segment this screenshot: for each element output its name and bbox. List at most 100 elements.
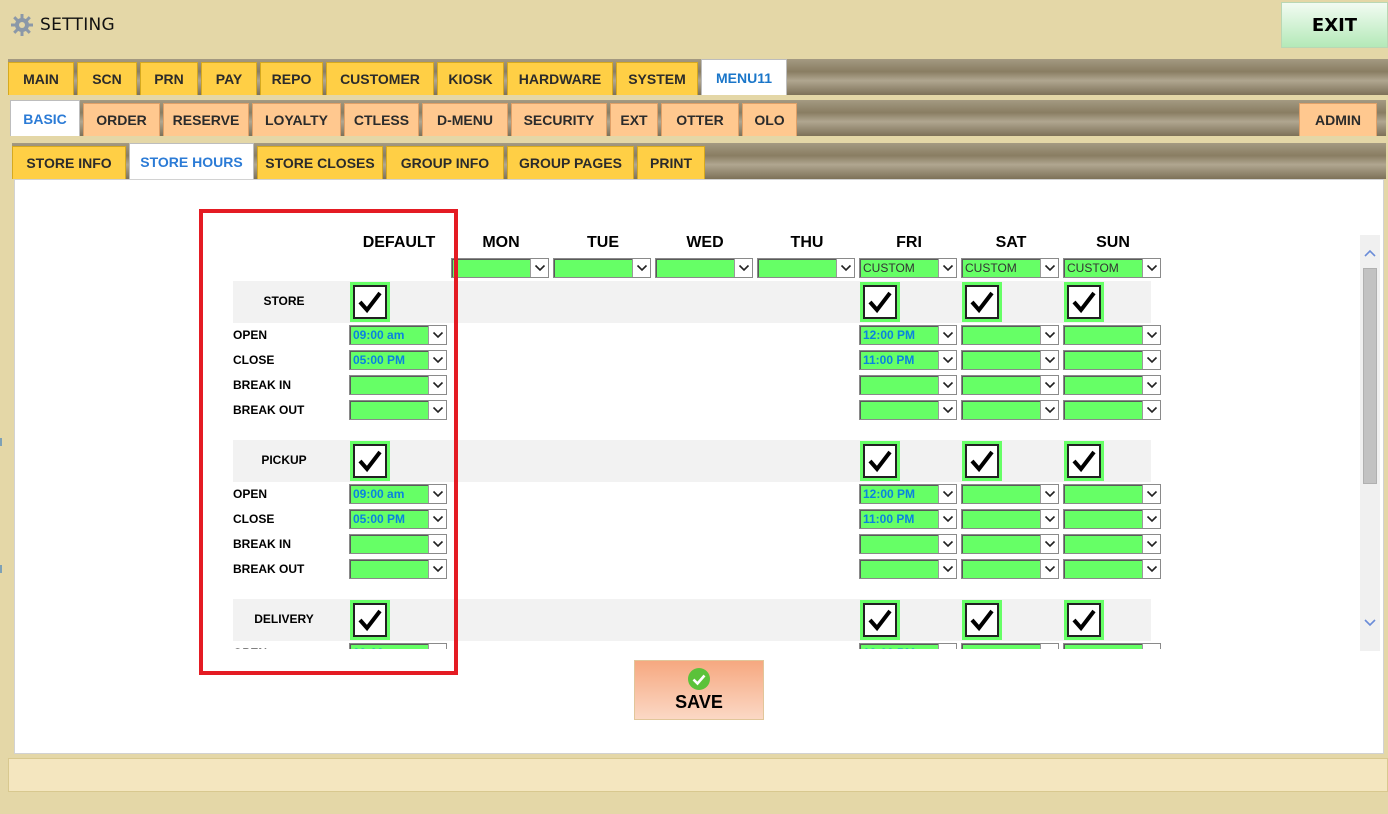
tab-group-pages[interactable]: GROUP PAGES	[507, 146, 634, 179]
time-select-store-break-in-default[interactable]	[349, 375, 447, 395]
dropdown-arrow[interactable]	[632, 259, 650, 277]
time-select-delivery-open-default[interactable]: 09:00 am	[349, 643, 447, 649]
checkbox-delivery-sat[interactable]	[962, 600, 1002, 640]
checkbox-pickup-sun[interactable]	[1064, 441, 1104, 481]
tab-loyalty[interactable]: LOYALTY	[252, 103, 341, 136]
exit-button[interactable]: EXIT	[1281, 2, 1388, 48]
tab-ctless[interactable]: CTLESS	[344, 103, 419, 136]
dropdown-arrow[interactable]	[1040, 560, 1058, 578]
tab-d-menu[interactable]: D-MENU	[422, 103, 508, 136]
time-select-pickup-break-out-sat[interactable]	[961, 559, 1059, 579]
time-select-store-break-out-sun[interactable]	[1063, 400, 1161, 420]
dropdown-arrow[interactable]	[428, 535, 446, 553]
checkbox-delivery-default[interactable]	[350, 600, 390, 640]
checkbox-store-sat[interactable]	[962, 282, 1002, 322]
vertical-scrollbar[interactable]	[1360, 235, 1380, 651]
dropdown-arrow[interactable]	[1142, 376, 1160, 394]
dropdown-arrow[interactable]	[428, 326, 446, 344]
time-select-store-break-out-fri[interactable]	[859, 400, 957, 420]
time-select-store-open-fri[interactable]: 12:00 PM	[859, 325, 957, 345]
dropdown-arrow[interactable]	[1040, 485, 1058, 503]
time-select-pickup-break-out-default[interactable]	[349, 559, 447, 579]
time-select-store-break-in-fri[interactable]	[859, 375, 957, 395]
checkbox-delivery-fri[interactable]	[860, 600, 900, 640]
scrollbar-thumb[interactable]	[1363, 268, 1377, 484]
tab-admin[interactable]: ADMIN	[1299, 103, 1377, 136]
tab-menu11[interactable]: MENU11	[701, 59, 787, 95]
tab-ext[interactable]: EXT	[610, 103, 658, 136]
tab-prn[interactable]: PRN	[140, 62, 198, 95]
dropdown-arrow[interactable]	[1040, 351, 1058, 369]
time-select-store-break-out-sat[interactable]	[961, 400, 1059, 420]
tab-otter[interactable]: OTTER	[661, 103, 739, 136]
tab-hardware[interactable]: HARDWARE	[507, 62, 613, 95]
dropdown-arrow[interactable]	[938, 535, 956, 553]
dropdown-arrow[interactable]	[1142, 535, 1160, 553]
dropdown-arrow[interactable]	[836, 259, 854, 277]
dropdown-arrow[interactable]	[428, 485, 446, 503]
time-select-store-break-in-sat[interactable]	[961, 375, 1059, 395]
tab-print[interactable]: PRINT	[637, 146, 705, 179]
tab-security[interactable]: SECURITY	[511, 103, 607, 136]
tab-repo[interactable]: REPO	[260, 62, 323, 95]
dropdown-arrow[interactable]	[1142, 644, 1160, 649]
dropdown-arrow[interactable]	[428, 376, 446, 394]
tab-store-hours[interactable]: STORE HOURS	[129, 143, 254, 179]
time-select-pickup-open-sun[interactable]	[1063, 484, 1161, 504]
dropdown-arrow[interactable]	[428, 510, 446, 528]
tab-pay[interactable]: PAY	[201, 62, 257, 95]
checkbox-pickup-default[interactable]	[350, 441, 390, 481]
tab-basic[interactable]: BASIC	[10, 100, 80, 136]
dropdown-arrow[interactable]	[428, 644, 446, 649]
time-select-delivery-open-sat[interactable]	[961, 643, 1059, 649]
day-mode-select-sat[interactable]: CUSTOM	[961, 258, 1059, 278]
time-select-pickup-break-out-fri[interactable]	[859, 559, 957, 579]
checkbox-store-sun[interactable]	[1064, 282, 1104, 322]
time-select-pickup-open-sat[interactable]	[961, 484, 1059, 504]
dropdown-arrow[interactable]	[1040, 401, 1058, 419]
chevron-up-icon[interactable]	[1363, 248, 1377, 258]
dropdown-arrow[interactable]	[1142, 485, 1160, 503]
dropdown-arrow[interactable]	[1142, 560, 1160, 578]
time-select-pickup-break-in-fri[interactable]	[859, 534, 957, 554]
tab-main[interactable]: MAIN	[8, 62, 74, 95]
time-select-pickup-open-fri[interactable]: 12:00 PM	[859, 484, 957, 504]
day-mode-select-tue[interactable]	[553, 258, 651, 278]
dropdown-arrow[interactable]	[428, 560, 446, 578]
time-select-store-close-sun[interactable]	[1063, 350, 1161, 370]
dropdown-arrow[interactable]	[1142, 259, 1160, 277]
day-mode-select-thu[interactable]	[757, 258, 855, 278]
dropdown-arrow[interactable]	[1040, 644, 1058, 649]
time-select-store-break-in-sun[interactable]	[1063, 375, 1161, 395]
dropdown-arrow[interactable]	[1040, 259, 1058, 277]
day-mode-select-mon[interactable]	[451, 258, 549, 278]
time-select-pickup-close-fri[interactable]: 11:00 PM	[859, 509, 957, 529]
checkbox-store-fri[interactable]	[860, 282, 900, 322]
dropdown-arrow[interactable]	[1142, 401, 1160, 419]
checkbox-delivery-sun[interactable]	[1064, 600, 1104, 640]
dropdown-arrow[interactable]	[938, 259, 956, 277]
tab-group-info[interactable]: GROUP INFO	[386, 146, 504, 179]
time-select-pickup-close-default[interactable]: 05:00 PM	[349, 509, 447, 529]
dropdown-arrow[interactable]	[1142, 351, 1160, 369]
time-select-store-close-default[interactable]: 05:00 PM	[349, 350, 447, 370]
time-select-pickup-break-in-default[interactable]	[349, 534, 447, 554]
day-mode-select-sun[interactable]: CUSTOM	[1063, 258, 1161, 278]
time-select-store-close-sat[interactable]	[961, 350, 1059, 370]
dropdown-arrow[interactable]	[938, 376, 956, 394]
dropdown-arrow[interactable]	[938, 644, 956, 649]
dropdown-arrow[interactable]	[938, 560, 956, 578]
checkbox-pickup-fri[interactable]	[860, 441, 900, 481]
time-select-store-open-sun[interactable]	[1063, 325, 1161, 345]
time-select-pickup-open-default[interactable]: 09:00 am	[349, 484, 447, 504]
tab-store-info[interactable]: STORE INFO	[12, 146, 126, 179]
dropdown-arrow[interactable]	[938, 351, 956, 369]
day-mode-select-wed[interactable]	[655, 258, 753, 278]
time-select-pickup-break-in-sat[interactable]	[961, 534, 1059, 554]
dropdown-arrow[interactable]	[1040, 376, 1058, 394]
dropdown-arrow[interactable]	[1040, 326, 1058, 344]
dropdown-arrow[interactable]	[1142, 510, 1160, 528]
time-select-store-open-sat[interactable]	[961, 325, 1059, 345]
day-mode-select-fri[interactable]: CUSTOM	[859, 258, 957, 278]
time-select-store-break-out-default[interactable]	[349, 400, 447, 420]
